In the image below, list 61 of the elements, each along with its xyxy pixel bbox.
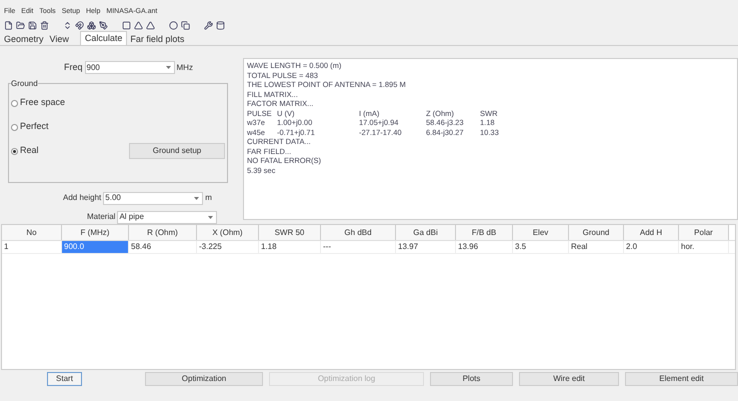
tools-icon[interactable]: [204, 20, 213, 30]
column-header[interactable]: X (Ohm): [197, 225, 259, 240]
trash-icon[interactable]: [40, 20, 49, 30]
radio-label: Free space: [20, 96, 66, 110]
table-cell: 13.97: [396, 241, 456, 253]
freq-label: Freq: [64, 60, 83, 74]
cylinder-icon[interactable]: [216, 20, 225, 30]
action-button[interactable]: Element edit: [625, 372, 738, 386]
column-header[interactable]: Gh dBd: [321, 225, 396, 240]
table-cell: 1.18: [259, 241, 321, 253]
new-file-icon[interactable]: [4, 20, 13, 30]
unit-label: MHz: [176, 62, 193, 74]
table-cell: 13.96: [456, 241, 513, 253]
copy-icon[interactable]: [181, 20, 190, 30]
freq-dropdown[interactable]: 900: [84, 61, 175, 74]
ground-setup-button[interactable]: Ground setup: [129, 143, 225, 160]
dropdown-caret-icon: [166, 66, 171, 70]
pen-icon[interactable]: [99, 20, 108, 30]
table-cell: 900.0: [62, 241, 129, 253]
table-cell: 58.46: [129, 241, 197, 253]
column-header[interactable]: Ground: [569, 225, 624, 240]
column-header[interactable]: Elev: [513, 225, 569, 240]
unit-label: m: [205, 192, 212, 204]
dropdown-caret-icon: [208, 216, 214, 219]
action-button[interactable]: Start: [47, 372, 82, 386]
save-icon[interactable]: [28, 20, 37, 30]
radio-label: Real: [20, 144, 39, 158]
radio-button[interactable]: [11, 124, 18, 131]
column-header[interactable]: Ga dBi: [396, 225, 456, 240]
column-header[interactable]: No: [2, 225, 62, 240]
tab[interactable]: Calculate: [80, 31, 128, 45]
square-icon[interactable]: [122, 20, 131, 30]
radio-label: Perfect: [20, 120, 49, 134]
action-button[interactable]: Optimization: [145, 372, 263, 386]
circle-icon[interactable]: [169, 20, 178, 30]
add-height-label: Add height: [63, 192, 102, 204]
up-down-arrows-icon[interactable]: [63, 20, 72, 30]
radio-button[interactable]: [11, 148, 18, 155]
table-cell: hor.: [679, 241, 729, 253]
material-dropdown[interactable]: Al pipe: [117, 210, 218, 224]
column-header[interactable]: Polar: [679, 225, 729, 240]
table-cell: ---: [321, 241, 396, 253]
table-cell: -3.225: [197, 241, 259, 253]
tab[interactable]: View: [46, 33, 72, 45]
boxes-icon[interactable]: [87, 20, 96, 30]
add-height-field[interactable]: 5.00: [103, 192, 204, 205]
table-cell: Real: [569, 241, 624, 253]
table-cell: 2.0: [624, 241, 679, 253]
table-cell: 3.5: [513, 241, 569, 253]
material-label: Material: [87, 211, 116, 224]
column-header[interactable]: SWR 50: [259, 225, 321, 240]
column-header[interactable]: F/B dB: [456, 225, 513, 240]
column-header[interactable]: F (MHz): [62, 225, 129, 240]
action-button[interactable]: Wire edit: [519, 372, 619, 386]
dropdown-caret-icon: [194, 196, 200, 200]
column-header[interactable]: Add H: [624, 225, 679, 240]
folder-icon[interactable]: [16, 20, 25, 30]
radio-button[interactable]: [11, 100, 18, 107]
magnet-icon[interactable]: [75, 20, 84, 30]
column-header[interactable]: R (Ohm): [129, 225, 197, 240]
action-button[interactable]: Plots: [430, 372, 513, 386]
